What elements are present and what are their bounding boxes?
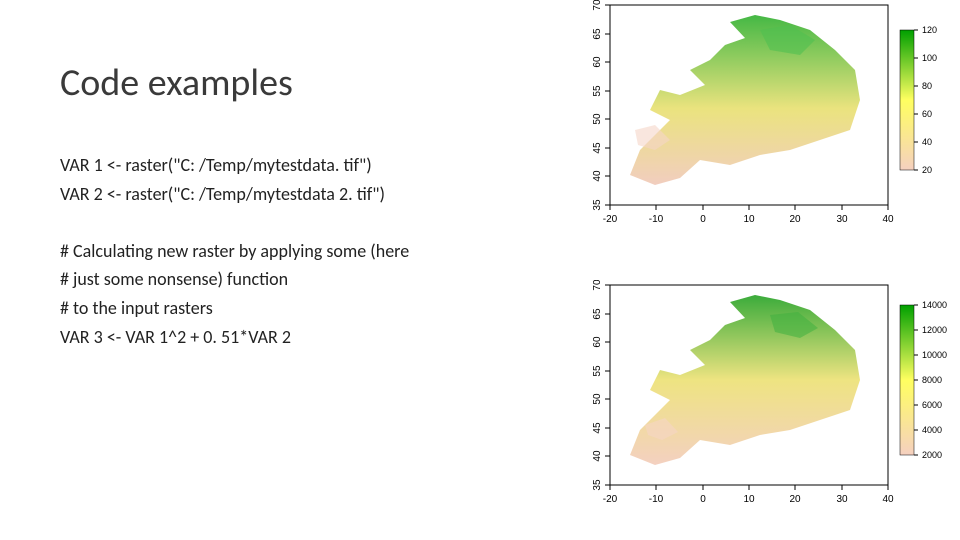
x-tick: -20 (603, 494, 618, 505)
x-tick: 40 (882, 214, 894, 225)
colorbar (900, 305, 914, 455)
y-tick: 60 (592, 336, 603, 348)
code-block: VAR 1 <- raster("C: /Temp/mytestdata. ti… (60, 151, 550, 352)
europe-raster (630, 15, 860, 185)
x-tick: 0 (700, 214, 706, 225)
x-tick: 10 (743, 494, 755, 505)
europe-raster (630, 295, 860, 465)
x-tick: -20 (603, 214, 618, 225)
code-line: # Calculating new raster by applying som… (60, 237, 550, 266)
code-line: VAR 3 <- VAR 1^2 + 0. 51*VAR 2 (60, 323, 550, 352)
legend-tick: 14000 (922, 300, 947, 310)
x-tick: 30 (836, 494, 848, 505)
y-tick: 50 (592, 113, 603, 125)
plots-column: 35 40 45 50 55 60 65 70 -20 -10 0 10 (560, 0, 960, 540)
legend-tick: 10000 (922, 350, 947, 360)
y-tick: 35 (592, 479, 603, 491)
legend-tick: 80 (922, 81, 932, 91)
colorbar (900, 30, 914, 170)
x-tick: -10 (649, 494, 664, 505)
legend-tick: 8000 (922, 375, 942, 385)
slide: Code examples VAR 1 <- raster("C: /Temp/… (0, 0, 960, 540)
x-tick: 10 (743, 214, 755, 225)
x-tick: 30 (836, 214, 848, 225)
legend-tick: 12000 (922, 325, 947, 335)
legend-tick: 60 (922, 109, 932, 119)
legend-tick: 4000 (922, 425, 942, 435)
x-tick: -10 (649, 214, 664, 225)
y-tick: 40 (592, 170, 603, 182)
code-line: VAR 2 <- raster("C: /Temp/mytestdata 2. … (60, 180, 550, 209)
y-tick: 65 (592, 28, 603, 40)
y-tick: 65 (592, 308, 603, 320)
raster-plot-top: 35 40 45 50 55 60 65 70 -20 -10 0 10 (560, 0, 960, 240)
code-line: # to the input rasters (60, 294, 550, 323)
y-tick: 70 (592, 280, 603, 291)
x-tick: 0 (700, 494, 706, 505)
legend-tick: 20 (922, 165, 932, 175)
y-tick: 40 (592, 450, 603, 462)
y-tick: 50 (592, 393, 603, 405)
y-tick: 55 (592, 365, 603, 377)
y-tick: 70 (592, 0, 603, 11)
legend-tick: 2000 (922, 450, 942, 460)
legend-tick: 120 (922, 25, 937, 35)
code-line: VAR 1 <- raster("C: /Temp/mytestdata. ti… (60, 151, 550, 180)
code-line: # just some nonsense) function (60, 265, 550, 294)
content-column: Code examples VAR 1 <- raster("C: /Temp/… (0, 0, 560, 540)
x-tick: 40 (882, 494, 894, 505)
x-tick: 20 (789, 214, 801, 225)
y-tick: 55 (592, 85, 603, 97)
raster-plot-bottom: 35 40 45 50 55 60 65 70 -20 -10 0 10 20 (560, 280, 960, 520)
y-tick: 60 (592, 56, 603, 68)
legend-tick: 40 (922, 137, 932, 147)
legend-tick: 6000 (922, 400, 942, 410)
y-tick: 45 (592, 422, 603, 434)
legend-tick: 100 (922, 53, 937, 63)
x-tick: 20 (789, 494, 801, 505)
y-tick: 45 (592, 142, 603, 154)
spacer (60, 209, 550, 237)
slide-title: Code examples (60, 60, 550, 106)
y-tick: 35 (592, 199, 603, 211)
